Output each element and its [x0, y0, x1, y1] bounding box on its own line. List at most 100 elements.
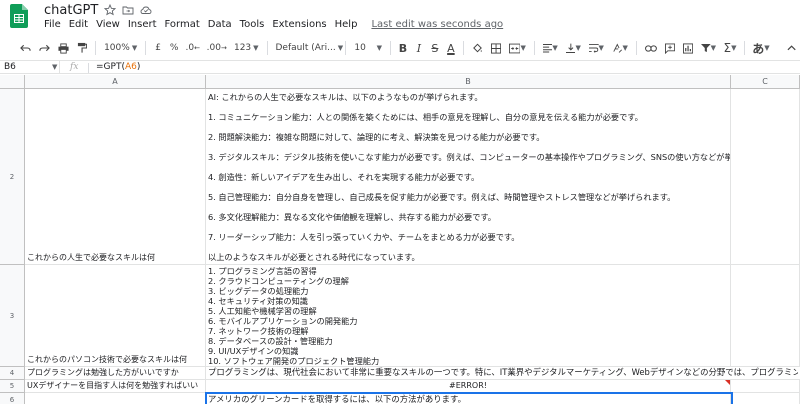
- cell-b4-text: プログラミングは、現代社会において非常に重要なスキルの一つです。特に、IT業界や…: [208, 367, 798, 377]
- chevron-down-icon: ▼: [552, 44, 558, 52]
- header: chatGPT File Edit View Insert Format Dat…: [0, 0, 800, 34]
- vertical-align-button[interactable]: ▼: [562, 38, 585, 58]
- column-header-b[interactable]: B: [206, 75, 731, 89]
- input-tools-label: あ: [752, 41, 765, 56]
- filter-icon: [700, 44, 711, 52]
- cell-a6[interactable]: [25, 393, 206, 404]
- cell-c3[interactable]: [731, 265, 800, 367]
- cell-b3-line: 3. ビッグデータの処理能力: [208, 286, 309, 296]
- cell-a5[interactable]: UXデザイナーを目指す人は何を勉強すればいい: [25, 380, 206, 393]
- merge-cells-button[interactable]: ▼: [505, 38, 530, 58]
- paint-format-button[interactable]: [73, 38, 91, 58]
- more-formats-select[interactable]: 123 ▼: [230, 43, 263, 53]
- text-wrapping-button[interactable]: ▼: [585, 38, 608, 58]
- row-header-6[interactable]: 6: [0, 393, 25, 404]
- font-size-select[interactable]: 10 ▼: [350, 43, 386, 53]
- cell-b3[interactable]: 1. プログラミング言語の習得 2. クラウドコンピューティングの理解 3. ビ…: [206, 265, 731, 367]
- cell-a3[interactable]: これからのパソコン技術で必要なスキルは何: [25, 265, 206, 367]
- cell-b3-line: 5. 人工知能や機械学習の理解: [208, 306, 317, 316]
- borders-button[interactable]: [487, 38, 505, 58]
- undo-button[interactable]: [16, 38, 35, 58]
- formula-separator: [88, 63, 89, 73]
- column-header-c[interactable]: C: [731, 75, 800, 89]
- spreadsheet-app: chatGPT File Edit View Insert Format Dat…: [0, 0, 800, 404]
- menu-bar: File Edit View Insert Format Data Tools …: [44, 19, 503, 33]
- zoom-select[interactable]: 100% ▼: [100, 43, 141, 53]
- collapse-toolbar-button[interactable]: [783, 38, 800, 58]
- cell-a4[interactable]: プログラミングは勉強した方がいいですか: [25, 367, 206, 380]
- cell-b2-line: 4. 創造性：新しいアイデアを生み出し、それを実現する能力が必要です。: [208, 172, 480, 182]
- row-header-4[interactable]: 4: [0, 367, 25, 380]
- currency-format-button[interactable]: £: [150, 38, 166, 58]
- cell-c5[interactable]: [731, 380, 800, 393]
- insert-comment-button[interactable]: [661, 38, 679, 58]
- text-color-button[interactable]: A: [443, 38, 459, 58]
- input-tools-button[interactable]: あ ▼: [749, 38, 773, 58]
- percent-format-button[interactable]: %: [166, 38, 182, 58]
- cell-b6[interactable]: アメリカのグリーンカードを取得するには、以下の方法があります。: [206, 393, 731, 404]
- move-folder-icon[interactable]: [122, 4, 134, 16]
- menu-format[interactable]: Format: [165, 19, 200, 33]
- italic-button[interactable]: I: [411, 38, 427, 58]
- star-icon[interactable]: [104, 4, 117, 16]
- increase-decimal-button[interactable]: .00 →: [203, 38, 230, 58]
- strikethrough-button[interactable]: S: [427, 38, 443, 58]
- text-rotation-button[interactable]: ▼: [608, 38, 632, 58]
- chevron-down-icon[interactable]: ▼: [52, 61, 57, 74]
- cell-c2[interactable]: [731, 89, 800, 265]
- print-button[interactable]: [54, 38, 73, 58]
- decrease-decimal-button[interactable]: .0 ←: [182, 38, 203, 58]
- menu-data[interactable]: Data: [208, 19, 232, 33]
- menu-help[interactable]: Help: [335, 19, 358, 33]
- toolbar-separator: [533, 41, 535, 55]
- sigma-icon: Σ: [723, 41, 732, 55]
- row-header-2[interactable]: 2: [0, 89, 25, 265]
- column-header-a[interactable]: A: [25, 75, 206, 89]
- font-select[interactable]: Default (Ari... ▼: [271, 43, 343, 53]
- cell-b2-line: 5. 自己管理能力：自分自身を管理し、自己成長を促す能力が必要です。例えば、時間…: [208, 192, 676, 202]
- menu-extensions[interactable]: Extensions: [272, 19, 326, 33]
- sheets-logo-icon[interactable]: [10, 4, 28, 28]
- cell-b3-line: 10. ソフトウェア開発のプロジェクト管理能力: [208, 356, 380, 366]
- formula-input[interactable]: =GPT(A6): [96, 61, 140, 74]
- cell-a2[interactable]: これからの人生で必要なスキルは何: [25, 89, 206, 265]
- cell-c6[interactable]: [731, 393, 800, 404]
- cell-b3-line: 6. モバイルアプリケーションの開発能力: [208, 316, 358, 326]
- cell-b2-line: 以上のようなスキルが必要とされる時代になっています。: [208, 252, 420, 262]
- select-all-corner[interactable]: [0, 75, 25, 89]
- fill-color-button[interactable]: [468, 38, 487, 58]
- row-header-3[interactable]: 3: [0, 265, 25, 367]
- toolbar-separator: [345, 41, 347, 55]
- create-filter-button[interactable]: ▼: [697, 38, 720, 58]
- redo-button[interactable]: [35, 38, 54, 58]
- cell-b2[interactable]: AI: これからの人生で必要なスキルは、以下のようなものが挙げられます。 1. …: [206, 89, 731, 265]
- horizontal-align-button[interactable]: ▼: [539, 38, 562, 58]
- menu-file[interactable]: File: [44, 19, 61, 33]
- functions-button[interactable]: Σ ▼: [720, 38, 740, 58]
- cell-b5[interactable]: #ERROR!: [206, 380, 731, 393]
- menu-view[interactable]: View: [96, 19, 120, 33]
- toolbar-separator: [95, 41, 97, 55]
- error-indicator-icon[interactable]: [725, 380, 730, 385]
- menu-tools[interactable]: Tools: [240, 19, 265, 33]
- menu-insert[interactable]: Insert: [128, 19, 157, 33]
- formula-suffix: ): [136, 62, 141, 72]
- toolbar-separator: [635, 41, 637, 55]
- chevron-down-icon: ▼: [731, 44, 737, 52]
- redo-icon: [39, 44, 50, 52]
- cell-b3-line: 1. プログラミング言語の習得: [208, 266, 317, 276]
- cell-a5-text: UXデザイナーを目指す人は何を勉強すればいい: [27, 381, 199, 390]
- insert-chart-button[interactable]: [679, 38, 697, 58]
- cell-b4[interactable]: プログラミングは、現代社会において非常に重要なスキルの一つです。特に、IT業界や…: [206, 367, 800, 380]
- cloud-status-icon[interactable]: [140, 4, 152, 16]
- last-edit-link[interactable]: Last edit was seconds ago: [371, 19, 503, 33]
- zoom-value: 100%: [104, 43, 130, 53]
- toolbar-separator: [145, 41, 147, 55]
- name-box[interactable]: B6: [0, 61, 60, 74]
- toolbar-separator: [462, 41, 464, 55]
- menu-edit[interactable]: Edit: [69, 19, 88, 33]
- insert-link-button[interactable]: [641, 38, 661, 58]
- row-header-5[interactable]: 5: [0, 380, 25, 393]
- bold-button[interactable]: B: [395, 38, 411, 58]
- document-title[interactable]: chatGPT: [44, 3, 98, 18]
